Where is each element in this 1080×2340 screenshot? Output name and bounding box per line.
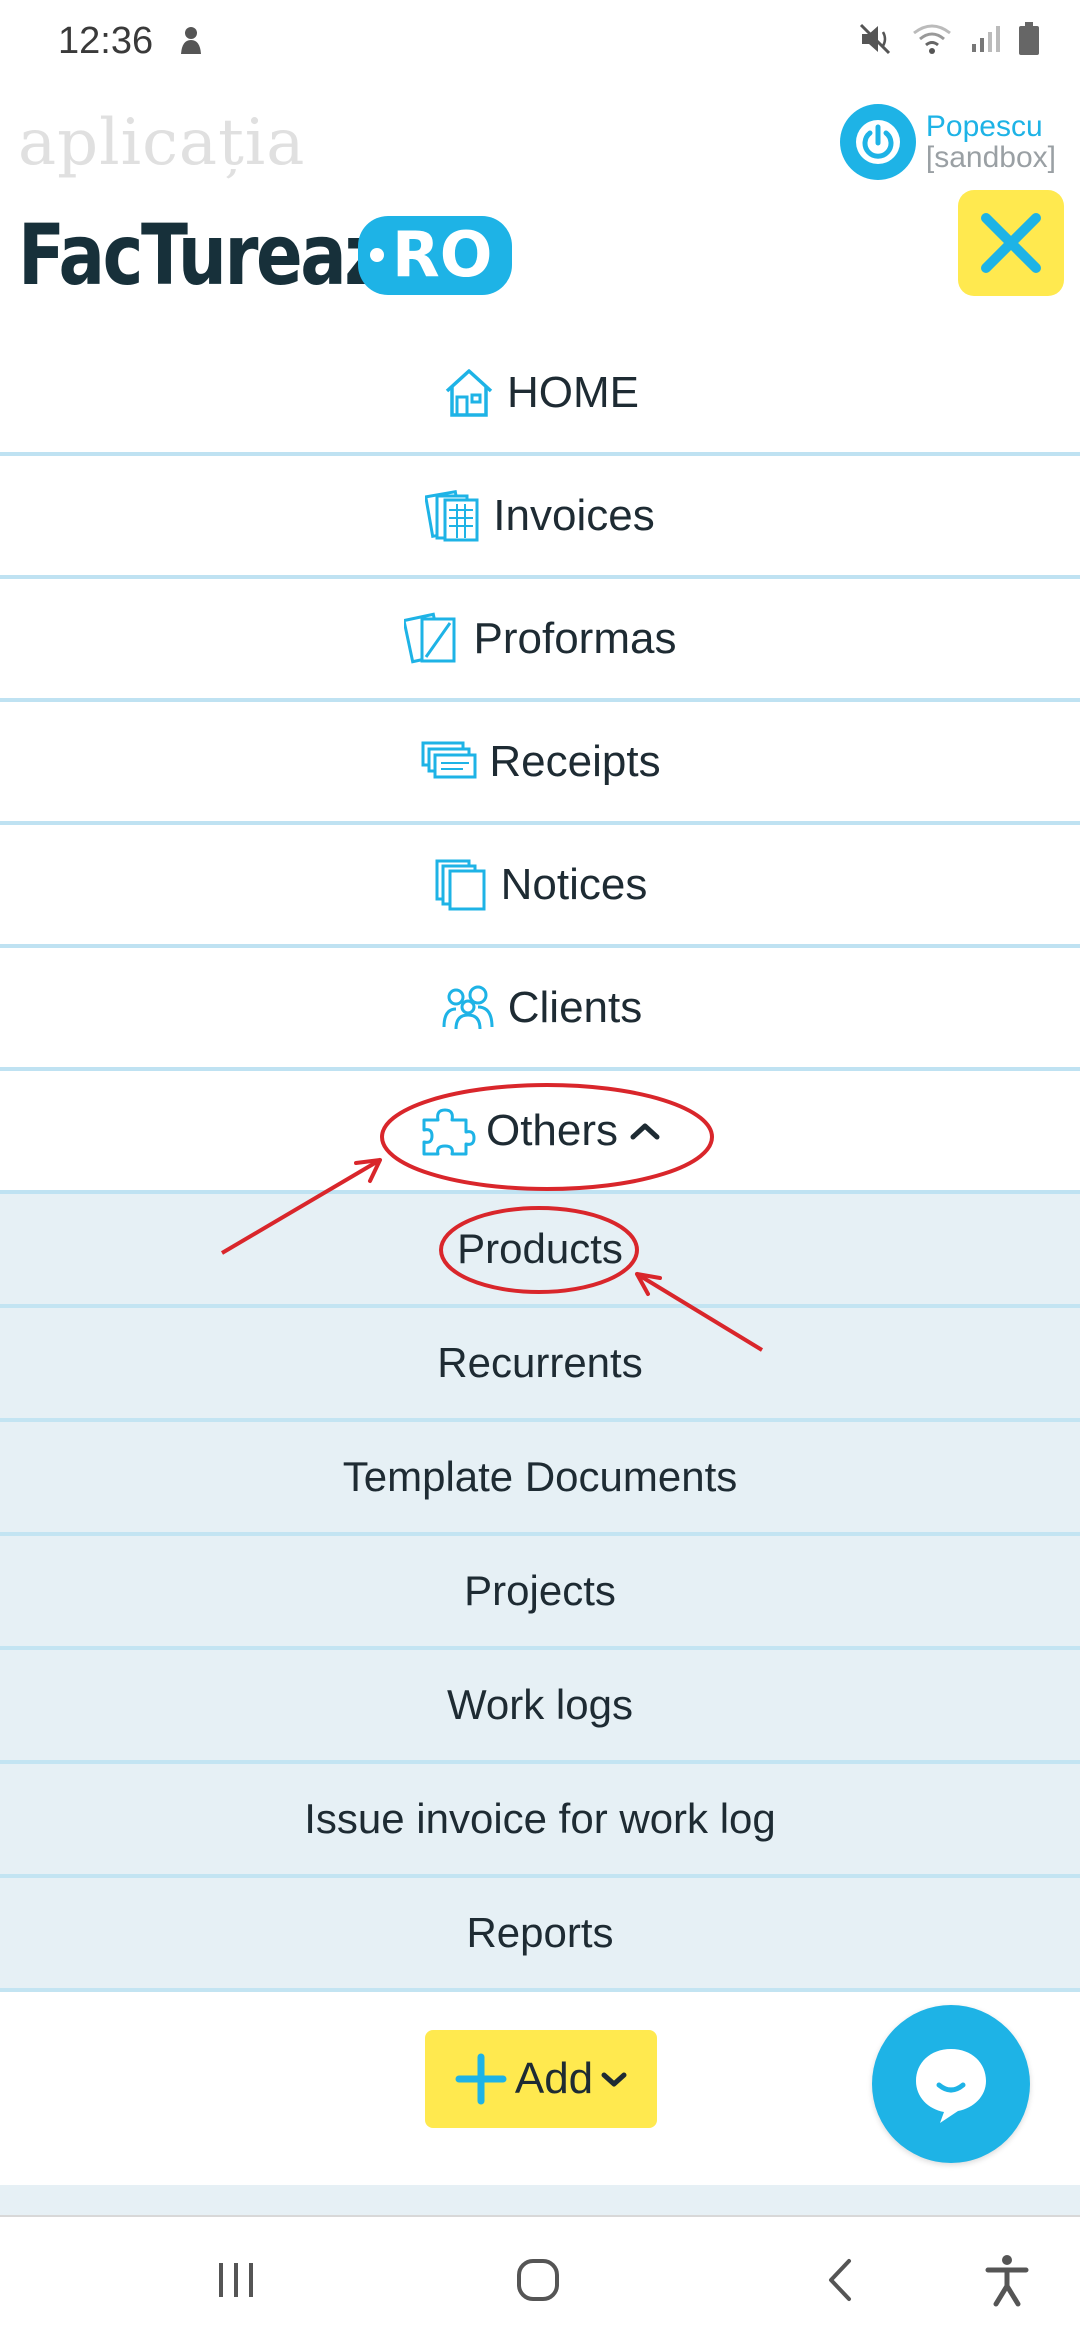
brand-name: FacTurează [18,206,428,304]
menu-item-label: Proformas [473,613,677,663]
content-peek [0,2185,1080,2215]
submenu-item-recurrents[interactable]: Recurrents [0,1308,1080,1422]
wifi-icon [912,23,952,59]
menu-item-receipts[interactable]: Receipts [0,702,1080,825]
close-menu-button[interactable] [958,190,1064,296]
notices-icon [435,859,486,910]
mute-icon [858,22,894,60]
back-icon[interactable] [806,2247,876,2313]
signal-icon [970,24,1000,58]
submenu-item-work-logs[interactable]: Work logs [0,1650,1080,1764]
user-name: Popescu [925,109,1043,143]
battery-icon [1018,22,1040,60]
user-environment: [sandbox] [925,141,1056,174]
app-header: aplicația FacTurează RO Popescu [sandbox… [0,86,1080,306]
submenu-item-reports[interactable]: Reports [0,1878,1080,1992]
menu-item-clients[interactable]: Clients [0,948,1080,1071]
submenu-item-label: Reports [466,1909,614,1956]
home-icon [445,368,493,417]
menu-item-label: Invoices [493,490,655,540]
submenu-item-label: Issue invoice for work log [304,1795,776,1842]
proformas-icon [403,612,456,663]
brand-badge: RO [358,215,513,295]
add-button[interactable]: Add [425,2030,657,2128]
menu-item-label: Others [485,1105,619,1155]
status-bar: 12:36 [0,0,1080,86]
menu-item-label: Receipts [489,736,661,786]
menu-item-label: HOME [507,367,639,417]
submenu-item-label: Projects [464,1567,616,1614]
system-nav-bar [0,2215,1080,2340]
menu-item-notices[interactable]: Notices [0,825,1080,948]
home-button-icon[interactable] [503,2247,573,2313]
power-icon[interactable] [839,104,916,180]
add-button-label: Add [514,2054,594,2103]
submenu-item-projects[interactable]: Projects [0,1536,1080,1650]
chevron-up-icon [630,1123,660,1139]
chevron-down-icon [601,2072,627,2087]
invoices-icon [425,489,479,541]
brand-logo[interactable]: FacTurează RO [18,206,513,304]
submenu-item-label: Template Documents [342,1453,738,1500]
close-icon [981,213,1041,273]
menu-item-home[interactable]: HOME [0,333,1080,456]
receipts-icon [421,741,477,778]
recent-apps-icon[interactable] [201,2247,271,2313]
menu-item-label: Clients [507,982,643,1032]
others-submenu: Products Recurrents Template Documents P… [0,1194,1080,1992]
submenu-item-products[interactable]: Products [0,1194,1080,1308]
status-icons [858,22,1040,60]
clients-icon [442,985,494,1029]
submenu-item-template-documents[interactable]: Template Documents [0,1422,1080,1536]
status-time: 12:36 [58,20,154,62]
accessibility-icon[interactable] [972,2247,1042,2313]
submenu-item-label: Recurrents [437,1339,643,1386]
menu-item-others[interactable]: Others [0,1071,1080,1194]
menu-item-proformas[interactable]: Proformas [0,579,1080,702]
submenu-item-label: Products [457,1225,623,1272]
plus-icon [455,2053,507,2105]
menu-item-invoices[interactable]: Invoices [0,456,1080,579]
chat-button[interactable] [872,2005,1030,2163]
submenu-item-label: Work logs [447,1681,633,1728]
main-menu: HOME Invoices Proformas Receipts Notices… [0,333,1080,1992]
user-account[interactable]: Popescu [sandbox] [839,104,1056,180]
puzzle-icon [422,1108,476,1155]
brand-tagline: aplicația [18,106,306,180]
chat-icon [916,2049,986,2123]
notification-icon [176,24,206,62]
submenu-item-issue-invoice-work-log[interactable]: Issue invoice for work log [0,1764,1080,1878]
menu-item-label: Notices [500,859,648,909]
